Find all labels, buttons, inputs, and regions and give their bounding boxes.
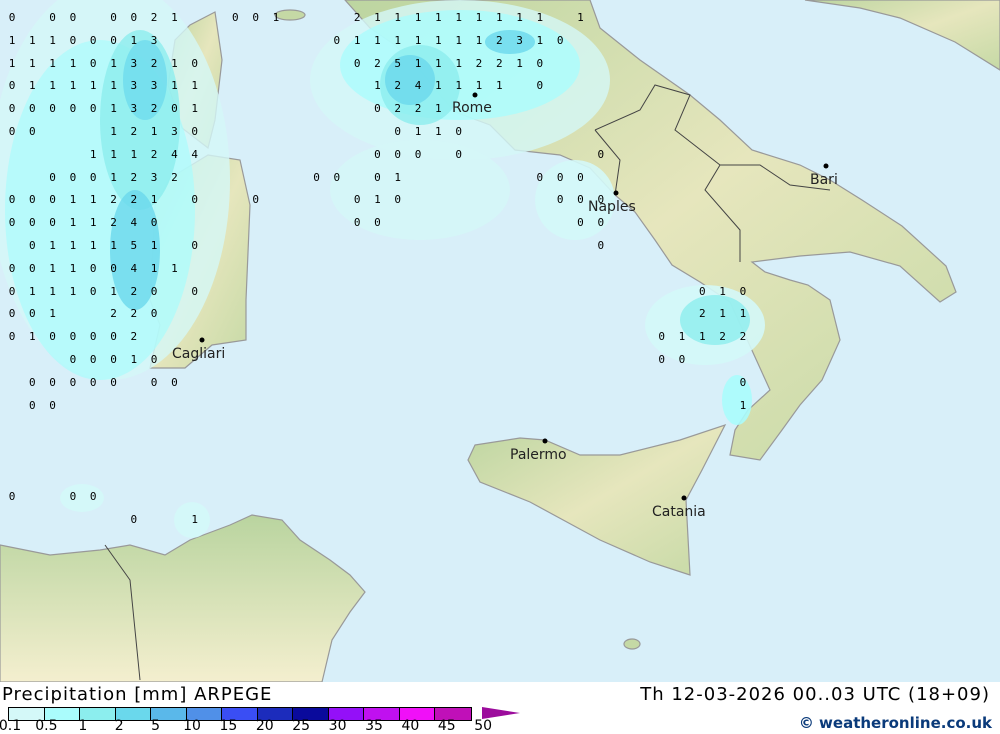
footer: Precipitation [mm] ARPEGE Th 12-03-2026 …	[0, 682, 1000, 734]
legend-tick: 35	[365, 718, 383, 734]
credit-link[interactable]: © weatheronline.co.uk	[799, 714, 992, 732]
legend-tick: 45	[437, 718, 456, 734]
legend-tick: 20	[255, 718, 274, 734]
svg-text:Rome: Rome	[452, 100, 492, 116]
legend-tick: 2	[114, 718, 124, 734]
elba	[274, 9, 306, 21]
svg-text:Palermo: Palermo	[510, 447, 567, 463]
legend-tick-labels: 0.1 0.5 1 2 5 10 15 20 25 30 35 40 45 50	[0, 718, 520, 734]
svg-text:Naples: Naples	[588, 199, 636, 215]
svg-text:Cagliari: Cagliari	[172, 346, 225, 362]
legend-tick: 25	[292, 718, 311, 734]
legend-tick: 0.1	[0, 718, 22, 734]
svg-text:Bari: Bari	[810, 172, 838, 188]
legend-tick: 10	[183, 718, 201, 734]
legend-tick: 30	[328, 718, 347, 734]
legend-tick: 1	[78, 718, 88, 734]
legend-tick: 15	[219, 718, 238, 734]
malta	[623, 638, 641, 650]
legend-tick: 50	[474, 718, 493, 734]
legend-tick: 5	[151, 718, 161, 734]
svg-text:Catania: Catania	[652, 504, 706, 520]
precipitation-map: Rome Naples Bari Palermo Catania Cagliar…	[0, 0, 1000, 682]
forecast-datetime: Th 12-03-2026 00..03 UTC (18+09)	[640, 684, 990, 705]
map-title: Precipitation [mm] ARPEGE	[2, 684, 273, 705]
legend-tick: 40	[401, 718, 420, 734]
legend-tick: 0.5	[35, 718, 58, 734]
